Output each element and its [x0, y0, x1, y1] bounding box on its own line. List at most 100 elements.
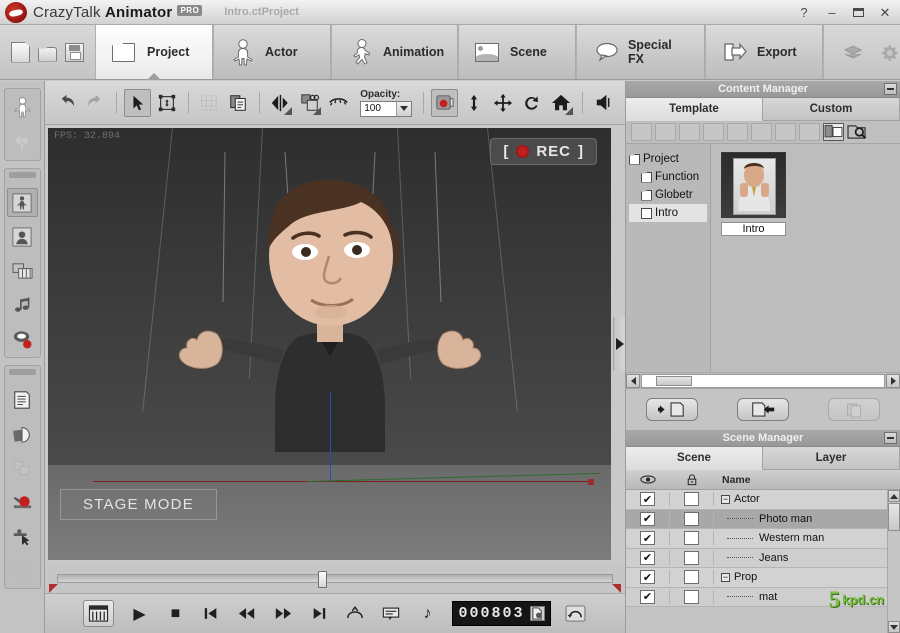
minimize-panel-icon-2[interactable] — [884, 432, 897, 444]
add-item-icon[interactable] — [655, 123, 676, 141]
blink-tool[interactable] — [325, 89, 352, 117]
scene-row-list[interactable]: ✔ − Actor ✔ Photo man ✔ Western man ✔ Je… — [626, 490, 900, 633]
tab-actor[interactable]: Actor — [213, 25, 331, 79]
minimize-panel-icon[interactable] — [884, 83, 897, 95]
scroll-up-button[interactable] — [888, 490, 900, 502]
import-icon[interactable] — [775, 123, 796, 141]
vertical-align-button[interactable] — [460, 89, 487, 117]
timeline-icon[interactable] — [7, 256, 38, 285]
timeline-thumb[interactable] — [318, 570, 328, 588]
scroll-grip[interactable] — [656, 375, 692, 386]
paste-item-icon[interactable] — [703, 123, 724, 141]
table-row[interactable]: ✔ − Prop — [626, 568, 900, 588]
open-folder-icon[interactable] — [631, 123, 652, 141]
visibility-checkbox[interactable]: ✔ — [640, 570, 655, 585]
tree-node-project[interactable]: Project — [629, 150, 707, 168]
flip-object-icon[interactable] — [7, 419, 38, 448]
opacity-input[interactable]: 100 — [360, 100, 413, 117]
tree-node-globetrotter[interactable]: Globetr — [629, 186, 707, 204]
lock-cell[interactable] — [670, 492, 714, 507]
search-icon[interactable] — [847, 123, 868, 141]
play-button[interactable]: ▶ — [128, 603, 150, 625]
minimize-button[interactable]: – — [825, 5, 839, 20]
lock-checkbox[interactable] — [684, 511, 699, 526]
lock-cell[interactable] — [670, 589, 714, 604]
audio-note-icon[interactable] — [7, 290, 38, 319]
content-tree[interactable]: Project Function Globetr Intro — [626, 144, 711, 372]
motion-record-icon[interactable] — [7, 487, 38, 516]
speaker-button[interactable] — [590, 89, 617, 117]
copy-item-icon[interactable] — [679, 123, 700, 141]
select-tool[interactable] — [124, 88, 152, 117]
visibility-checkbox[interactable]: ✔ — [640, 589, 655, 604]
group-drag-handle-2[interactable] — [8, 369, 36, 375]
move-button[interactable] — [490, 89, 517, 117]
lock-checkbox[interactable] — [684, 492, 699, 507]
table-row[interactable]: ✔ mat — [626, 587, 900, 607]
scene-vertical-scrollbar[interactable] — [887, 490, 900, 633]
table-row[interactable]: ✔ Western man — [626, 529, 900, 549]
music-note-icon[interactable]: ♪ — [416, 603, 438, 625]
content-horizontal-scrollbar[interactable] — [626, 372, 900, 388]
content-grid[interactable]: Intro — [711, 144, 900, 372]
tab-export[interactable]: Export — [705, 25, 823, 79]
chevron-down-icon[interactable] — [396, 101, 412, 116]
visibility-checkbox[interactable]: ✔ — [640, 550, 655, 565]
visibility-checkbox[interactable]: ✔ — [640, 531, 655, 546]
lock-checkbox[interactable] — [684, 570, 699, 585]
table-row[interactable]: ✔ Jeans — [626, 548, 900, 568]
visibility-cell[interactable]: ✔ — [626, 570, 670, 585]
stop-button[interactable]: ■ — [164, 603, 186, 625]
tree-node-intro[interactable]: Intro — [629, 204, 707, 222]
subtitle-icon[interactable] — [380, 603, 402, 625]
mirror-tool[interactable] — [267, 89, 294, 117]
rotate-button[interactable] — [519, 89, 546, 117]
tab-animation[interactable]: Animation — [331, 25, 458, 79]
collapse-icon[interactable]: − — [721, 572, 730, 582]
duplicate-icon[interactable] — [7, 453, 38, 482]
tab-scene[interactable]: Scene — [457, 25, 576, 79]
range-end-marker[interactable] — [612, 584, 621, 593]
tab-template[interactable]: Template — [626, 98, 763, 121]
redo-button[interactable] — [82, 89, 109, 117]
loop-range-icon[interactable] — [344, 603, 366, 625]
render-preview-button[interactable] — [431, 88, 459, 117]
scroll-left-button[interactable] — [626, 373, 640, 388]
record-indicator[interactable]: [ REC ] — [490, 138, 597, 165]
new-file-icon[interactable] — [11, 41, 30, 63]
content-item-intro[interactable]: Intro — [721, 152, 786, 236]
table-row[interactable]: ✔ − Actor — [626, 490, 900, 510]
visibility-cell[interactable]: ✔ — [626, 511, 670, 526]
lock-checkbox[interactable] — [684, 550, 699, 565]
tab-special-fx[interactable]: Special FX — [575, 25, 705, 79]
copy-tool[interactable] — [225, 89, 252, 117]
first-frame-button[interactable] — [200, 603, 222, 625]
delete-item-icon[interactable] — [727, 123, 748, 141]
undo-button[interactable] — [53, 89, 80, 117]
load-content-button[interactable] — [645, 398, 698, 421]
panel-collapse-arrow[interactable] — [613, 317, 625, 371]
tab-custom[interactable]: Custom — [763, 98, 900, 121]
table-row[interactable]: ✔ Photo man — [626, 509, 900, 529]
loop-playback-icon[interactable] — [565, 603, 587, 625]
range-start-marker[interactable] — [49, 584, 58, 593]
visibility-cell[interactable]: ✔ — [626, 550, 670, 565]
tab-scene[interactable]: Scene — [626, 447, 763, 470]
tab-project[interactable]: Project — [95, 25, 213, 79]
home-view-button[interactable] — [548, 89, 575, 117]
open-folder-icon[interactable] — [38, 46, 57, 62]
timecode-display[interactable]: 000803 — [452, 601, 551, 626]
scroll-right-button[interactable] — [886, 373, 900, 388]
actor-stage-icon[interactable] — [7, 93, 38, 122]
close-button[interactable]: ✕ — [878, 5, 892, 20]
visibility-cell[interactable]: ✔ — [626, 531, 670, 546]
body-puppet-icon[interactable] — [6, 188, 38, 217]
extra-content-button[interactable] — [828, 398, 881, 421]
timeline-track[interactable] — [57, 570, 613, 588]
mesh-tool[interactable] — [196, 89, 223, 117]
lipsync-record-icon[interactable] — [7, 324, 38, 353]
maximize-button[interactable] — [853, 8, 864, 17]
face-puppet-icon[interactable] — [7, 222, 38, 251]
stage-viewport[interactable]: FPS: 32.894 [ REC ] STAGE MODE — [48, 128, 611, 560]
rewind-button[interactable] — [236, 603, 258, 625]
